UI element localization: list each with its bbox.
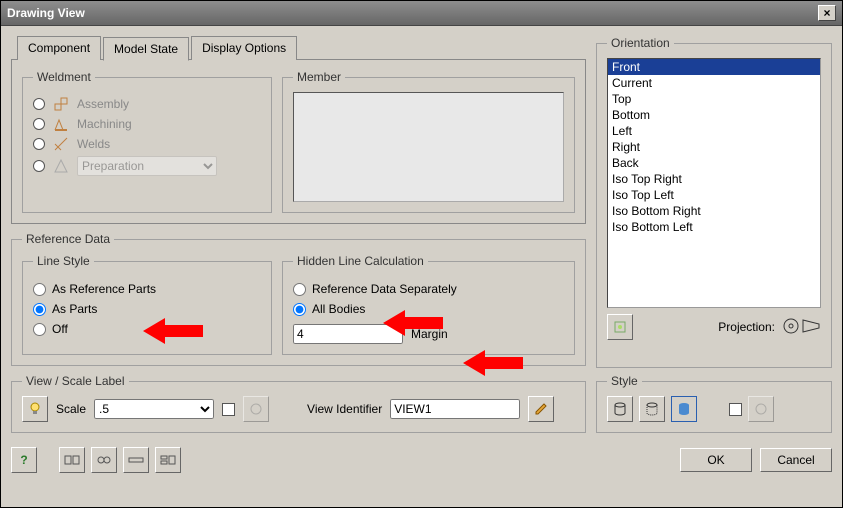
weldment-legend: Weldment [33, 70, 95, 84]
view-identifier-input[interactable] [390, 399, 520, 419]
linestyle-opt-asrefparts[interactable]: As Reference Parts [33, 282, 261, 296]
toolbar-btn-4[interactable] [155, 447, 181, 473]
hidden-radio-allbodies[interactable] [293, 303, 306, 316]
weldment-radio-assembly[interactable] [33, 98, 45, 110]
view-scale-group: View / Scale Label Scale .5 View Identif… [11, 374, 586, 433]
help-button[interactable]: ? [11, 447, 37, 473]
title-bar: Drawing View × [1, 1, 842, 26]
tab-model-state[interactable]: Model State [103, 37, 189, 61]
line-style-legend: Line Style [33, 254, 94, 268]
hidden-radio-separately[interactable] [293, 283, 306, 296]
margin-label: Margin [411, 327, 448, 341]
hidden-opt-separately[interactable]: Reference Data Separately [293, 282, 564, 296]
weldment-radio-preparation[interactable] [33, 160, 45, 172]
orientation-reset-button[interactable] [607, 314, 633, 340]
toolbar-btn-2[interactable] [91, 447, 117, 473]
weldment-radio-machining[interactable] [33, 118, 45, 130]
weldment-machining-label: Machining [77, 117, 132, 131]
scale-select[interactable]: .5 [94, 399, 214, 419]
orientation-item-current[interactable]: Current [608, 75, 820, 91]
projection-icon[interactable] [781, 315, 821, 340]
style-wireframe-button[interactable] [607, 396, 633, 422]
hidden-line-group: Hidden Line Calculation Reference Data S… [282, 254, 575, 355]
orientation-item-top[interactable]: Top [608, 91, 820, 107]
scale-checkbox[interactable] [222, 403, 235, 416]
preparation-icon [53, 158, 69, 174]
orientation-item-back[interactable]: Back [608, 155, 820, 171]
linestyle-radio-asparts[interactable] [33, 303, 46, 316]
weldment-radio-welds[interactable] [33, 138, 45, 150]
close-button[interactable]: × [818, 5, 836, 21]
cancel-button[interactable]: Cancel [760, 448, 832, 472]
orientation-item-iso-bottom-left[interactable]: Iso Bottom Left [608, 219, 820, 235]
orientation-item-right[interactable]: Right [608, 139, 820, 155]
annotation-arrow-icon [463, 350, 523, 376]
weldment-welds-label: Welds [77, 137, 110, 151]
weldment-group: Weldment Assembly Machining [22, 70, 272, 213]
style-group: Style [596, 374, 832, 433]
view-identifier-label: View Identifier [307, 402, 382, 416]
style-aux-button [748, 396, 774, 422]
orientation-group: Orientation Front Current Top Bottom Lef… [596, 36, 832, 368]
lightbulb-button[interactable] [22, 396, 48, 422]
hidden-legend: Hidden Line Calculation [293, 254, 428, 268]
tab-component[interactable]: Component [17, 36, 101, 60]
style-checkbox[interactable] [729, 403, 742, 416]
view-scale-legend: View / Scale Label [22, 374, 129, 388]
orientation-item-front[interactable]: Front [608, 59, 820, 75]
welds-icon [53, 136, 69, 152]
style-shaded-button[interactable] [671, 396, 697, 422]
orientation-list[interactable]: Front Current Top Bottom Left Right Back… [607, 58, 821, 308]
member-area [293, 92, 564, 202]
reference-data-group: Reference Data Line Style As Reference P… [11, 232, 586, 366]
toolbar-btn-3[interactable] [123, 447, 149, 473]
scale-aux-button [243, 396, 269, 422]
orientation-item-left[interactable]: Left [608, 123, 820, 139]
ok-button[interactable]: OK [680, 448, 752, 472]
machining-icon [53, 116, 69, 132]
orientation-item-iso-top-right[interactable]: Iso Top Right [608, 171, 820, 187]
member-legend: Member [293, 70, 345, 84]
weldment-preparation-select: Preparation [77, 156, 217, 176]
orientation-item-iso-top-left[interactable]: Iso Top Left [608, 187, 820, 203]
linestyle-radio-off[interactable] [33, 323, 46, 336]
toolbar-btn-1[interactable] [59, 447, 85, 473]
linestyle-opt-asparts[interactable]: As Parts [33, 302, 261, 316]
member-group: Member [282, 70, 575, 213]
assembly-icon [53, 96, 69, 112]
style-hidden-button[interactable] [639, 396, 665, 422]
refdata-legend: Reference Data [22, 232, 114, 246]
hidden-opt-allbodies[interactable]: All Bodies [293, 302, 564, 316]
linestyle-radio-asrefparts[interactable] [33, 283, 46, 296]
style-legend: Style [607, 374, 642, 388]
orientation-legend: Orientation [607, 36, 674, 50]
orientation-item-iso-bottom-right[interactable]: Iso Bottom Right [608, 203, 820, 219]
tab-display-options[interactable]: Display Options [191, 36, 297, 60]
orientation-item-bottom[interactable]: Bottom [608, 107, 820, 123]
window-title: Drawing View [7, 6, 85, 20]
line-style-group: Line Style As Reference Parts As Parts O… [22, 254, 272, 355]
weldment-assembly-label: Assembly [77, 97, 129, 111]
scale-label: Scale [56, 402, 86, 416]
linestyle-opt-off[interactable]: Off [33, 322, 261, 336]
edit-pencil-button[interactable] [528, 396, 554, 422]
projection-label: Projection: [718, 320, 775, 334]
margin-input[interactable] [293, 324, 403, 344]
